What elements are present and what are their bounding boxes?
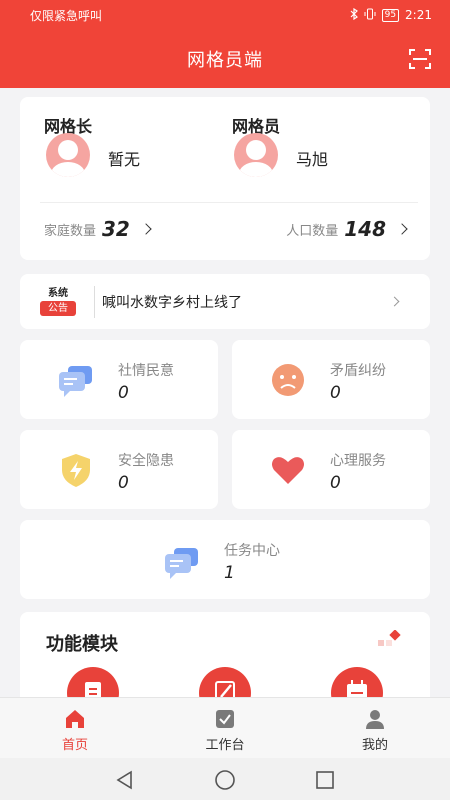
chevron-right-icon: [140, 223, 152, 235]
status-time: 2:21: [405, 8, 432, 22]
heart-icon: [268, 450, 308, 490]
chevron-right-icon: [396, 223, 408, 235]
page-title: 网格员端: [187, 50, 263, 71]
function-modules-title: 功能模块: [46, 634, 118, 655]
notice-text: 喊叫水数字乡村上线了: [102, 295, 242, 311]
tab-workbench[interactable]: 工作台: [175, 698, 275, 759]
tab-label: 首页: [61, 738, 88, 753]
families-value: 32: [102, 217, 130, 241]
tile-label: 矛盾纠纷: [330, 363, 386, 379]
tile-public-opinion[interactable]: 社情民意 0: [20, 340, 218, 419]
chevron-right-icon: [389, 296, 400, 307]
battery-indicator: 95: [381, 8, 400, 22]
tile-label: 心理服务: [330, 453, 386, 469]
app-header: 网格员端: [0, 30, 450, 88]
workbench-icon: [214, 708, 236, 730]
card-divider: [40, 202, 418, 203]
tile-label: 社情民意: [118, 363, 174, 379]
tile-safety-hazards[interactable]: 安全隐患 0: [20, 430, 218, 509]
recents-icon[interactable]: [314, 769, 336, 791]
member-name: 马旭: [296, 150, 329, 169]
shield-bolt-icon: [56, 450, 96, 490]
tile-counseling[interactable]: 心理服务 0: [232, 430, 430, 509]
status-bar: 仅限紧急呼叫 95 2:21: [0, 0, 450, 30]
notice-divider: [94, 286, 95, 318]
notice-badge: 系统 公告: [40, 287, 76, 316]
chat-bubbles-icon: [162, 542, 202, 582]
scan-icon[interactable]: [408, 47, 432, 71]
tab-label: 我的: [361, 738, 388, 753]
vibrate-icon: [364, 8, 376, 23]
sad-face-icon: [268, 360, 308, 400]
chat-bubbles-icon: [56, 360, 96, 400]
decoration-icon: [376, 629, 402, 650]
leader-avatar: [46, 133, 90, 177]
members-card: 网格长 暂无 网格员 马旭 家庭数量 32 人口数量 148: [20, 97, 430, 260]
notice-badge-bottom: 公告: [40, 301, 76, 316]
system-notice[interactable]: 系统 公告 喊叫水数字乡村上线了: [20, 274, 430, 329]
population-value: 148: [344, 217, 386, 241]
status-right: 95 2:21: [350, 7, 432, 23]
bottom-tab-bar: 首页 工作台 我的: [0, 697, 450, 758]
system-nav-bar: [0, 758, 450, 800]
home-icon: [64, 708, 86, 730]
tab-home[interactable]: 首页: [25, 698, 125, 759]
tab-profile[interactable]: 我的: [325, 698, 425, 759]
tile-value: 0: [118, 473, 129, 493]
population-label: 人口数量: [286, 223, 339, 239]
families-label: 家庭数量: [44, 223, 97, 239]
user-icon: [364, 708, 386, 730]
notice-badge-top: 系统: [48, 288, 68, 299]
leader-name: 暂无: [108, 150, 141, 169]
carrier-text: 仅限紧急呼叫: [30, 8, 103, 23]
member-avatar: [234, 133, 278, 177]
bluetooth-icon: [350, 7, 358, 23]
families-stat[interactable]: 家庭数量 32: [44, 217, 152, 241]
tile-disputes[interactable]: 矛盾纠纷 0: [232, 340, 430, 419]
tile-value: 1: [224, 563, 235, 583]
tile-task-center[interactable]: 任务中心 1: [20, 520, 430, 599]
tile-label: 安全隐患: [118, 453, 174, 469]
tile-label: 任务中心: [224, 543, 280, 559]
home-circle-icon[interactable]: [214, 769, 236, 791]
tab-label: 工作台: [205, 738, 245, 753]
population-stat[interactable]: 人口数量 148: [286, 217, 408, 241]
tile-value: 0: [118, 383, 129, 403]
tile-value: 0: [330, 383, 341, 403]
tile-value: 0: [330, 473, 341, 493]
back-icon[interactable]: [114, 769, 136, 791]
